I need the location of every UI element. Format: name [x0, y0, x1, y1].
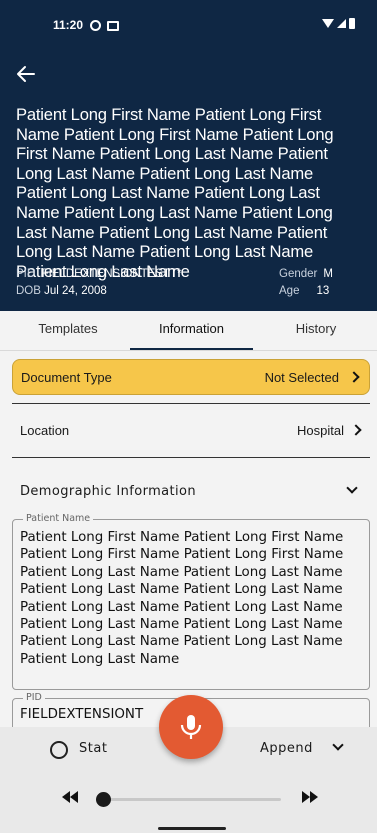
- document-type-value: Not Selected: [264, 370, 339, 385]
- gender-value: M: [323, 268, 333, 280]
- back-arrow-icon[interactable]: [14, 62, 38, 86]
- image-notification-icon: [107, 21, 119, 31]
- document-type-label: Document Type: [21, 370, 112, 385]
- tab-information[interactable]: Information: [130, 311, 253, 351]
- tab-templates[interactable]: Templates: [18, 311, 118, 351]
- patient-name-field-label: Patient Name: [23, 513, 94, 524]
- playback-slider[interactable]: [96, 792, 281, 807]
- microphone-button[interactable]: [159, 695, 223, 759]
- pid-label: PID: [16, 268, 36, 280]
- status-right: [322, 18, 355, 29]
- document-type-row[interactable]: Document Type Not Selected: [12, 359, 370, 395]
- demographic-label: Demographic Information: [20, 484, 197, 499]
- chevron-down-icon: [346, 482, 358, 494]
- gesture-nav-handle: [158, 827, 226, 830]
- stat-radio[interactable]: [50, 741, 68, 759]
- chevron-right-icon: [348, 371, 360, 383]
- signal-icon: [337, 19, 346, 28]
- demographic-section-header[interactable]: Demographic Information: [12, 478, 370, 506]
- playback-slider-thumb[interactable]: [96, 792, 111, 807]
- status-bar: 11:20: [0, 18, 377, 36]
- divider: [12, 403, 370, 404]
- tab-bar: Templates Information History: [0, 311, 377, 351]
- dob-value: Jul 24, 2008: [44, 285, 107, 297]
- patient-name-field-value: Patient Long First Name Patient Long Fir…: [20, 530, 344, 667]
- location-row[interactable]: Location Hospital: [12, 406, 370, 456]
- rewind-icon[interactable]: [62, 791, 78, 803]
- pid-value: FIELDEXTENSIONTESTT*: [41, 268, 182, 280]
- tab-history[interactable]: History: [266, 311, 366, 351]
- location-value: Hospital: [297, 423, 344, 438]
- chevron-down-icon: [332, 739, 344, 751]
- append-dropdown[interactable]: Append: [260, 741, 313, 756]
- stat-label: Stat: [79, 741, 108, 756]
- dob-label: DOB: [16, 285, 41, 297]
- age-label: Age: [279, 285, 300, 297]
- tab-active-indicator: [130, 348, 253, 350]
- divider: [12, 457, 370, 458]
- battery-icon: [349, 18, 355, 29]
- location-label: Location: [20, 423, 70, 438]
- patient-name-title: Patient Long First Name Patient Long Fir…: [16, 105, 334, 281]
- age-value: 13: [316, 285, 330, 297]
- status-time: 11:20: [53, 18, 84, 32]
- chevron-right-icon: [350, 424, 362, 436]
- microphone-icon: [180, 715, 202, 739]
- gender-label: Gender: [279, 268, 318, 280]
- wifi-icon: [322, 19, 334, 28]
- patient-header: 11:20 Patient Long First Name Patient Lo…: [0, 0, 377, 311]
- fast-forward-icon[interactable]: [302, 791, 318, 803]
- patient-name-field[interactable]: Patient Name Patient Long First Name Pat…: [12, 513, 370, 690]
- pid-field-label: PID: [23, 692, 45, 703]
- shield-notification-icon: [90, 20, 101, 31]
